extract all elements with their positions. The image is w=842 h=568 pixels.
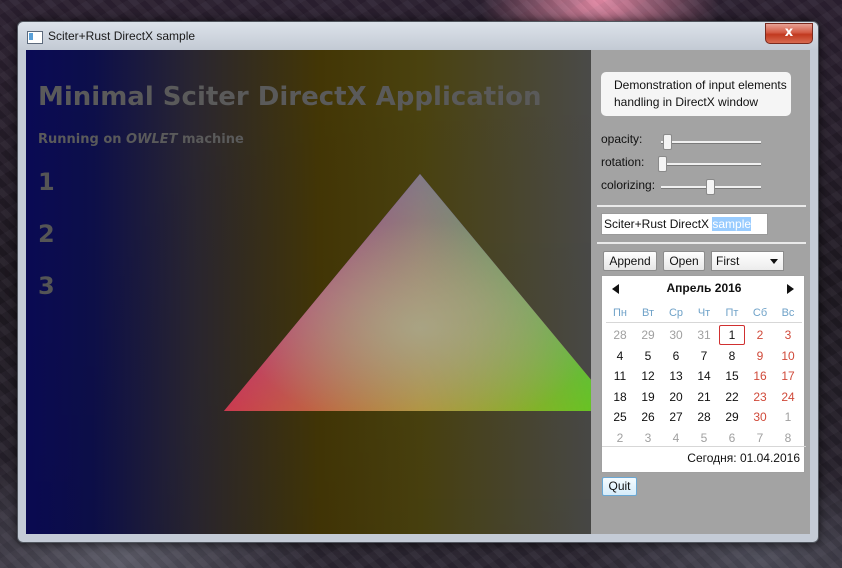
machine-name: OWLET [126,132,178,147]
calendar-day[interactable]: 10 [774,346,802,367]
weekday-label: Сб [752,307,768,319]
opacity-slider[interactable] [661,134,761,150]
calendar-day[interactable]: 19 [634,387,662,408]
rotation-slider-thumb[interactable] [658,156,667,172]
calendar-week-row: 4 5 6 7 8 9 10 [606,346,802,367]
calendar-day[interactable]: 5 [690,428,718,449]
app-icon [27,31,43,44]
colorizing-label: colorizing: [601,178,656,192]
rgb-triangle [224,174,591,411]
calendar-day[interactable]: 7 [746,428,774,449]
calendar-day[interactable]: 14 [690,366,718,387]
colorizing-slider[interactable] [661,179,761,195]
calendar-day[interactable]: 12 [634,366,662,387]
calendar-day[interactable]: 17 [774,366,802,387]
calendar-day[interactable]: 28 [606,325,634,346]
calendar-day[interactable]: 22 [718,387,746,408]
calendar-day[interactable]: 1 [719,325,745,345]
calendar-day[interactable]: 30 [746,407,774,428]
calendar-day[interactable]: 16 [746,366,774,387]
calendar-day[interactable]: 20 [662,387,690,408]
calendar-day[interactable]: 29 [634,325,662,346]
calendar-week-row: 2345678 [606,428,802,449]
calendar-week-row: 28 29 30 31 1 2 3 [606,325,802,346]
calendar-day[interactable]: 7 [690,346,718,367]
window-title: Sciter+Rust DirectX sample [48,29,196,43]
calendar-day[interactable]: 31 [690,325,718,346]
calendar-day[interactable]: 6 [718,428,746,449]
calendar-day[interactable]: 29 [718,407,746,428]
calendar-day[interactable]: 2 [746,325,774,346]
calendar-grid: Пн Вт Ср Чт Пт Сб Вс 28 29 30 31 1 2 3 4 5 6 7 8 9 10 11 12 13 1… [606,306,802,448]
calendar-day[interactable]: 4 [606,346,634,367]
calendar-day[interactable]: 6 [662,346,690,367]
next-month-icon[interactable] [787,284,794,294]
calendar-day[interactable]: 28 [690,407,718,428]
quit-button[interactable]: Quit [602,477,637,496]
demo-description: Demonstration of input elements handling… [601,72,791,116]
calendar-day[interactable]: 9 [746,346,774,367]
text-input[interactable]: Sciter+Rust DirectX sample [601,213,768,235]
calendar-day[interactable]: 3 [774,325,802,346]
calendar-today-link[interactable]: Сегодня: 01.04.2016 [602,446,806,465]
opacity-slider-thumb[interactable] [663,134,672,150]
calendar-day[interactable]: 15 [718,366,746,387]
calendar-day[interactable]: 1 [774,407,802,428]
weekday-label: Вс [781,307,795,319]
title-bar[interactable]: Sciter+Rust DirectX sample x [18,22,818,50]
opacity-label: opacity: [601,132,643,146]
calendar-day[interactable]: 23 [746,387,774,408]
weekday-label: Ср [668,307,684,319]
weekday-label: Пт [725,307,739,319]
first-select[interactable]: First [711,251,784,271]
calendar-day[interactable]: 5 [634,346,662,367]
open-button[interactable]: Open [663,251,705,271]
calendar-day[interactable]: 3 [634,428,662,449]
page-heading: Minimal Sciter DirectX Application [38,82,542,112]
close-button[interactable]: x [765,23,813,44]
append-button[interactable]: Append [603,251,657,271]
calendar-day[interactable]: 30 [662,325,690,346]
calendar-day[interactable]: 8 [774,428,802,449]
calendar-week-row: 11 12 13 14 15 16 17 [606,366,802,387]
divider [597,205,806,207]
number-1: 1 [38,168,55,196]
rotation-label: rotation: [601,155,645,169]
calendar: Апрель 2016 Пн Вт Ср Чт Пт Сб Вс 28 29 30 31 1 2 3 4 5 6… [601,275,806,473]
calendar-day[interactable]: 24 [774,387,802,408]
calendar-week-row: 18 19 20 21 22 23 24 [606,387,802,408]
selected-text: sample [712,217,752,231]
app-window: Sciter+Rust DirectX sample x Minimal Sci… [17,21,819,543]
calendar-day[interactable]: 11 [606,366,634,387]
calendar-week-row: 25 26 27 28 29 30 1 [606,407,802,428]
calendar-day[interactable]: 8 [718,346,746,367]
number-2: 2 [38,220,55,248]
colorizing-slider-thumb[interactable] [706,179,715,195]
calendar-day[interactable]: 2 [606,428,634,449]
calendar-month-title[interactable]: Апрель 2016 [602,281,806,295]
weekday-label: Пн [613,307,627,319]
directx-scene: Minimal Sciter DirectX Application Runni… [26,50,591,534]
number-3: 3 [38,272,55,300]
divider [597,242,806,244]
weekday-label: Вт [641,307,654,319]
calendar-day[interactable]: 4 [662,428,690,449]
chevron-down-icon [770,259,778,264]
calendar-day[interactable]: 21 [690,387,718,408]
calendar-day[interactable]: 26 [634,407,662,428]
calendar-day[interactable]: 13 [662,366,690,387]
calendar-day[interactable]: 25 [606,407,634,428]
calendar-day[interactable]: 27 [662,407,690,428]
control-panel: Demonstration of input elements handling… [591,50,810,534]
client-area: Minimal Sciter DirectX Application Runni… [26,50,810,534]
weekday-header: Пн Вт Ср Чт Пт Сб Вс [606,306,802,323]
running-on-text: Running on OWLET machine [38,132,244,147]
rotation-slider[interactable] [658,156,761,172]
weekday-label: Чт [697,307,711,319]
calendar-day[interactable]: 18 [606,387,634,408]
